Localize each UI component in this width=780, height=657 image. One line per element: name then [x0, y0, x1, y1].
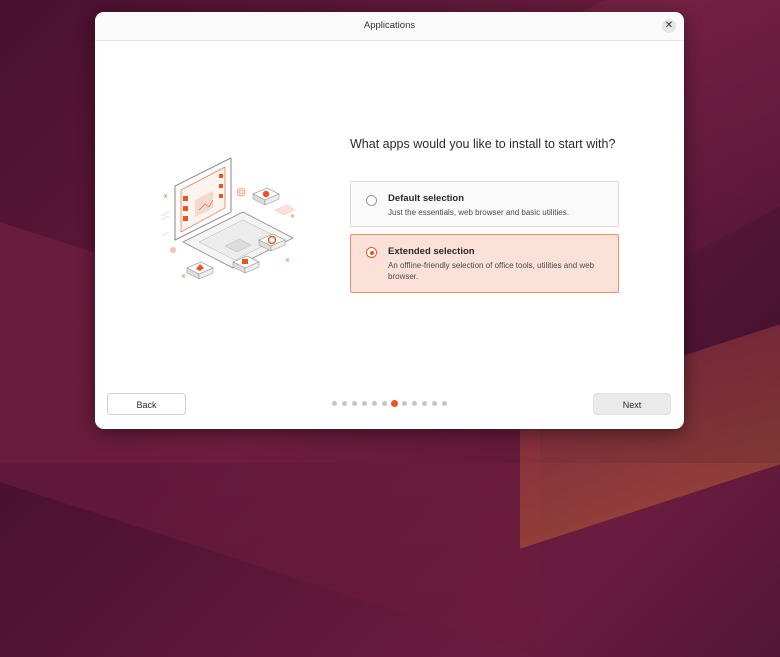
option-description: Just the essentials, web browser and bas… — [388, 208, 569, 217]
installer-window: Applications ✕ × × × × What apps would y… — [95, 12, 684, 429]
progress-dot — [352, 401, 357, 406]
next-button[interactable]: Next — [593, 393, 671, 415]
progress-dot — [342, 401, 347, 406]
progress-dot — [382, 401, 387, 406]
progress-dot — [442, 401, 447, 406]
svg-text:×: × — [181, 273, 186, 280]
option-title: Default selection — [388, 193, 465, 204]
svg-text:×: × — [163, 193, 168, 200]
progress-dot — [422, 401, 427, 406]
question-heading: What apps would you like to install to s… — [350, 137, 616, 151]
progress-dot — [432, 401, 437, 406]
close-icon: ✕ — [664, 20, 674, 31]
option-description: An offline-friendly selection of office … — [388, 261, 595, 281]
progress-dot — [412, 401, 417, 406]
svg-text:×: × — [290, 213, 295, 220]
option-title: Extended selection — [388, 246, 475, 257]
svg-text:×: × — [285, 257, 290, 264]
radio-extended-selection[interactable] — [366, 247, 377, 258]
default-selection-option[interactable]: Default selection Just the essentials, w… — [350, 181, 619, 227]
back-button[interactable]: Back — [107, 393, 186, 415]
close-button[interactable]: ✕ — [662, 19, 676, 33]
progress-dot — [332, 401, 337, 406]
window-title: Applications — [363, 20, 416, 31]
progress-dot — [402, 401, 407, 406]
progress-dot-current — [391, 400, 398, 407]
laptop-apps-illustration: × × × × — [160, 157, 296, 280]
titlebar: Applications ✕ — [95, 12, 684, 41]
radio-default-selection[interactable] — [366, 195, 377, 206]
progress-dot — [362, 401, 367, 406]
radio-checked-dot — [369, 250, 374, 255]
extended-selection-option[interactable]: Extended selection An offline-friendly s… — [350, 234, 619, 293]
progress-dot — [372, 401, 377, 406]
